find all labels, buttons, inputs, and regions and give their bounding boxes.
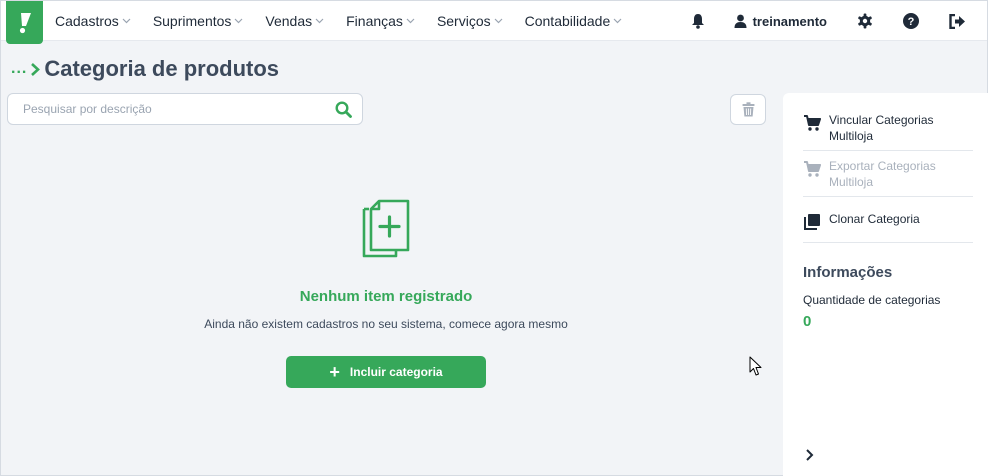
copy-icon <box>804 214 820 230</box>
logout-icon[interactable] <box>947 11 967 31</box>
navbar-actions: treinamento ? <box>688 1 987 41</box>
help-icon[interactable]: ? <box>901 11 921 31</box>
breadcrumb-ellipsis[interactable]: ... <box>11 60 27 78</box>
divider <box>803 150 973 151</box>
menu-contabilidade[interactable]: Contabilidade <box>525 13 623 29</box>
menu-label: Serviços <box>436 13 491 29</box>
action-label: Vincular Categorias Multiloja <box>829 113 934 143</box>
empty-state-title: Nenhum item registrado <box>299 288 473 305</box>
divider <box>803 242 973 243</box>
delete-button[interactable] <box>730 94 766 125</box>
page-title: Categoria de produtos <box>44 56 280 81</box>
link-multistore-categories-action[interactable]: Vincular Categorias Multiloja <box>803 112 973 144</box>
chevron-down-icon <box>494 18 503 24</box>
clone-category-action[interactable]: Clonar Categoria <box>803 211 973 231</box>
mouse-cursor-icon <box>749 356 762 376</box>
chevron-down-icon <box>613 18 622 24</box>
chevron-down-icon <box>234 18 243 24</box>
logo-mark-icon <box>19 12 31 33</box>
user-icon <box>734 14 747 28</box>
trash-icon <box>742 102 754 117</box>
menu-suprimentos[interactable]: Suprimentos <box>153 13 244 29</box>
menu-vendas[interactable]: Vendas <box>265 13 324 29</box>
chevron-right-icon <box>31 62 41 76</box>
search-box <box>7 93 363 125</box>
add-document-icon <box>362 199 410 258</box>
top-navbar: Cadastros Suprimentos Vendas Finanças Se… <box>1 1 987 44</box>
category-count-label: Quantidade de categorias <box>803 293 941 307</box>
chevron-down-icon <box>122 18 131 24</box>
main-menu: Cadastros Suprimentos Vendas Finanças Se… <box>55 1 644 41</box>
chevron-down-icon <box>315 18 324 24</box>
export-multistore-categories-action: Exportar Categorias Multiloja <box>803 158 973 190</box>
action-label: Exportar Categorias Multiloja <box>829 159 936 189</box>
divider <box>803 196 973 197</box>
menu-servicos[interactable]: Serviços <box>437 13 503 29</box>
user-name: treinamento <box>752 13 827 29</box>
menu-cadastros[interactable]: Cadastros <box>55 13 131 29</box>
search-input[interactable] <box>8 94 318 124</box>
bell-icon[interactable] <box>688 11 708 31</box>
include-category-label: Incluir categoria <box>349 365 443 379</box>
plus-icon: + <box>329 362 340 382</box>
user-menu[interactable]: treinamento <box>734 14 827 29</box>
action-label: Clonar Categoria <box>829 212 920 226</box>
chevron-down-icon <box>406 18 415 24</box>
menu-label: Vendas <box>265 13 313 29</box>
menu-label: Cadastros <box>55 13 119 29</box>
menu-financas[interactable]: Finanças <box>346 13 415 29</box>
cart-icon <box>804 161 821 177</box>
gear-icon[interactable] <box>855 11 875 31</box>
chevron-right-icon[interactable] <box>805 448 814 462</box>
search-icon[interactable] <box>335 101 352 123</box>
svg-text:?: ? <box>908 16 915 28</box>
menu-label: Contabilidade <box>524 13 611 29</box>
cart-icon <box>804 115 821 131</box>
include-category-button[interactable]: + Incluir categoria <box>286 356 486 388</box>
menu-label: Finanças <box>346 13 403 29</box>
category-count-value: 0 <box>803 313 812 330</box>
menu-label: Suprimentos <box>152 13 232 29</box>
breadcrumb: ... Categoria de produtos <box>11 56 279 82</box>
info-section-title: Informações <box>803 264 893 281</box>
app-logo[interactable] <box>6 1 43 44</box>
app-window: Cadastros Suprimentos Vendas Finanças Se… <box>0 0 988 476</box>
empty-state-subtitle: Ainda não existem cadastros no seu siste… <box>204 317 568 331</box>
side-panel: Vincular Categorias Multiloja Exportar C… <box>783 93 988 476</box>
